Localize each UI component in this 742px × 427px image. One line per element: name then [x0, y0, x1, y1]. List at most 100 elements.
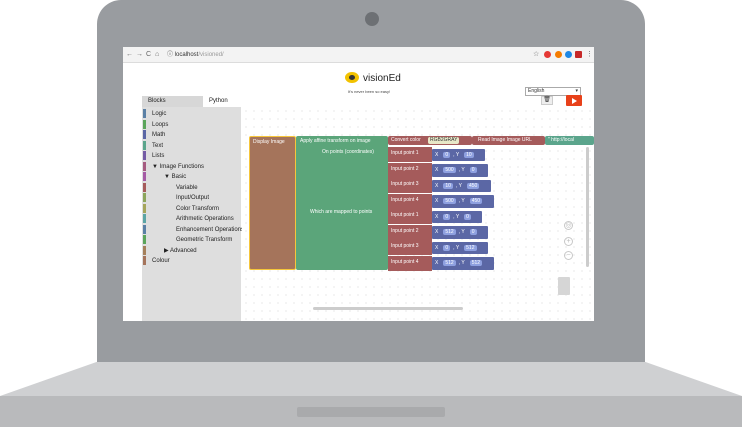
- extension-icon[interactable]: [565, 51, 572, 58]
- app-title: visionEd: [363, 73, 401, 84]
- laptop-base: [0, 362, 742, 396]
- extension-icon[interactable]: [575, 51, 582, 58]
- toolbox-category-label: Math: [152, 132, 166, 139]
- toolbox-category[interactable]: Variable: [142, 182, 241, 194]
- toolbox-category[interactable]: ▶ Advanced: [142, 245, 241, 257]
- x-value-field[interactable]: 512: [443, 260, 456, 266]
- forward-icon[interactable]: →: [136, 50, 143, 60]
- workspace-horizontal-scrollbar[interactable]: [313, 307, 463, 310]
- xy-coordinate-block[interactable]: X0, Y 10: [432, 148, 485, 161]
- eye-logo-icon: [345, 72, 359, 83]
- toolbox-category-label: Logic: [152, 111, 167, 118]
- category-color-swatch: [143, 214, 146, 223]
- toolbox-category[interactable]: Enhancement Operations: [142, 224, 244, 236]
- on-points-label: On points (coordinates): [322, 149, 374, 155]
- input-point-block[interactable]: Input point 1: [388, 147, 432, 162]
- category-color-swatch: [143, 130, 146, 139]
- toolbox-category-label: Text: [152, 142, 164, 149]
- url-host: localhost: [174, 52, 199, 58]
- y-value-field[interactable]: 0: [469, 229, 477, 235]
- y-value-field[interactable]: 0: [464, 213, 471, 220]
- category-color-swatch: [143, 235, 146, 244]
- tab-python[interactable]: Python: [203, 96, 241, 107]
- category-color-swatch: [143, 245, 146, 255]
- input-point-block[interactable]: Input point 3: [388, 240, 432, 255]
- input-point-label: Input point 4: [391, 258, 419, 265]
- input-point-block[interactable]: Input point 2: [388, 224, 432, 240]
- x-label: X: [435, 151, 439, 158]
- toolbox-category[interactable]: ▼ Basic: [142, 172, 241, 183]
- home-icon[interactable]: ⌂: [155, 50, 159, 60]
- toolbox-category[interactable]: Math: [142, 130, 241, 141]
- convert-color-dropdown[interactable]: RGB2GRAY: [428, 137, 460, 144]
- x-value-field[interactable]: 0: [443, 151, 451, 158]
- menu-dots-icon[interactable]: ⋮: [586, 50, 593, 60]
- toolbox-category-label: Loops: [152, 121, 169, 128]
- extension-icon[interactable]: [544, 51, 551, 58]
- zoom-reset-icon[interactable]: ◎: [564, 221, 573, 230]
- toolbox: Logic Loops Math Text Lists ▼ Image Functions…: [142, 107, 244, 321]
- convert-color-block[interactable]: Convert color RGB2GRAY: [388, 136, 472, 145]
- display-image-block[interactable]: Display Image: [249, 136, 296, 270]
- x-value-field[interactable]: 10: [443, 182, 453, 189]
- xy-coordinate-block[interactable]: X 512, Y 512: [432, 257, 494, 270]
- read-image-block[interactable]: Read Image Image URL: [472, 136, 545, 145]
- x-label: X: [435, 182, 439, 189]
- input-point-block[interactable]: Input point 4: [388, 255, 432, 271]
- back-icon[interactable]: ←: [126, 50, 133, 60]
- toolbox-category[interactable]: Text: [142, 140, 241, 152]
- toolbox-category[interactable]: Loops: [142, 119, 241, 131]
- y-value-field[interactable]: 512: [464, 244, 477, 251]
- x-value-field[interactable]: 500: [443, 167, 456, 173]
- app-tagline: It's never been so easy!: [348, 89, 391, 94]
- zoom-out-icon[interactable]: −: [564, 251, 573, 260]
- toolbox-category[interactable]: Color Transform: [142, 203, 241, 215]
- xy-coordinate-block[interactable]: X 512, Y 0: [432, 226, 488, 239]
- x-value-field[interactable]: 512: [443, 229, 456, 235]
- blocks-workspace[interactable]: Display Image Apply affine transform on …: [242, 107, 594, 321]
- toolbox-category[interactable]: Geometric Transform: [142, 235, 241, 246]
- input-point-block[interactable]: Input point 4: [388, 193, 432, 209]
- xy-coordinate-block[interactable]: X 10, Y 450: [432, 179, 491, 192]
- y-value-field[interactable]: 450: [466, 182, 480, 189]
- extension-icon[interactable]: [555, 51, 562, 58]
- input-point-block[interactable]: Input point 2: [388, 162, 432, 178]
- input-point-block[interactable]: Input point 3: [388, 178, 432, 193]
- x-value-field[interactable]: 500: [443, 198, 456, 204]
- toolbox-category-label: ▼ Basic: [164, 174, 187, 181]
- toolbox-category[interactable]: ▼ Image Functions: [142, 161, 241, 173]
- y-value-field[interactable]: 10: [464, 151, 474, 158]
- affine-transform-block[interactable]: Apply affine transform on image On point…: [296, 136, 388, 270]
- input-point-block[interactable]: Input point 1: [388, 209, 432, 224]
- image-url-block[interactable]: " http://local: [545, 136, 594, 145]
- toolbox-category[interactable]: Logic: [142, 109, 241, 120]
- y-value-field[interactable]: 0: [469, 167, 477, 173]
- xy-coordinate-block[interactable]: X0, Y0: [432, 210, 482, 223]
- category-color-swatch: [143, 203, 146, 213]
- bookmark-star-icon[interactable]: ☆: [533, 50, 539, 60]
- y-label: , Y: [453, 213, 460, 220]
- toolbox-category[interactable]: Colour: [142, 256, 241, 267]
- toolbox-category[interactable]: Arithmetic Operations: [142, 214, 241, 225]
- zoom-in-icon[interactable]: +: [564, 237, 573, 246]
- workspace-trash-icon[interactable]: [558, 277, 570, 295]
- address-bar[interactable]: ⓘ localhost/visioned/: [167, 50, 507, 60]
- workspace-vertical-scrollbar[interactable]: [586, 147, 589, 267]
- xy-coordinate-block[interactable]: X 500, Y 450: [432, 195, 494, 208]
- run-button[interactable]: [566, 95, 582, 106]
- x-value-field[interactable]: 0: [443, 244, 451, 251]
- y-value-field[interactable]: 512: [469, 260, 483, 266]
- toolbox-category[interactable]: Input/Output: [142, 193, 241, 204]
- xy-coordinate-block[interactable]: X 500, Y 0: [432, 164, 488, 177]
- y-value-field[interactable]: 450: [469, 198, 483, 204]
- toolbox-category[interactable]: Lists: [142, 151, 241, 162]
- x-value-field[interactable]: 0: [443, 213, 451, 220]
- xy-coordinate-block[interactable]: X0, Y 512: [432, 241, 488, 254]
- info-icon: ⓘ: [167, 52, 175, 58]
- tab-blocks[interactable]: Blocks: [142, 96, 203, 107]
- trash-button[interactable]: 🗑: [541, 96, 553, 105]
- category-color-swatch: [143, 161, 146, 171]
- input-point-label: Input point 2: [391, 227, 419, 234]
- reload-icon[interactable]: C: [146, 50, 151, 60]
- caret-down-icon: ▾: [575, 88, 578, 94]
